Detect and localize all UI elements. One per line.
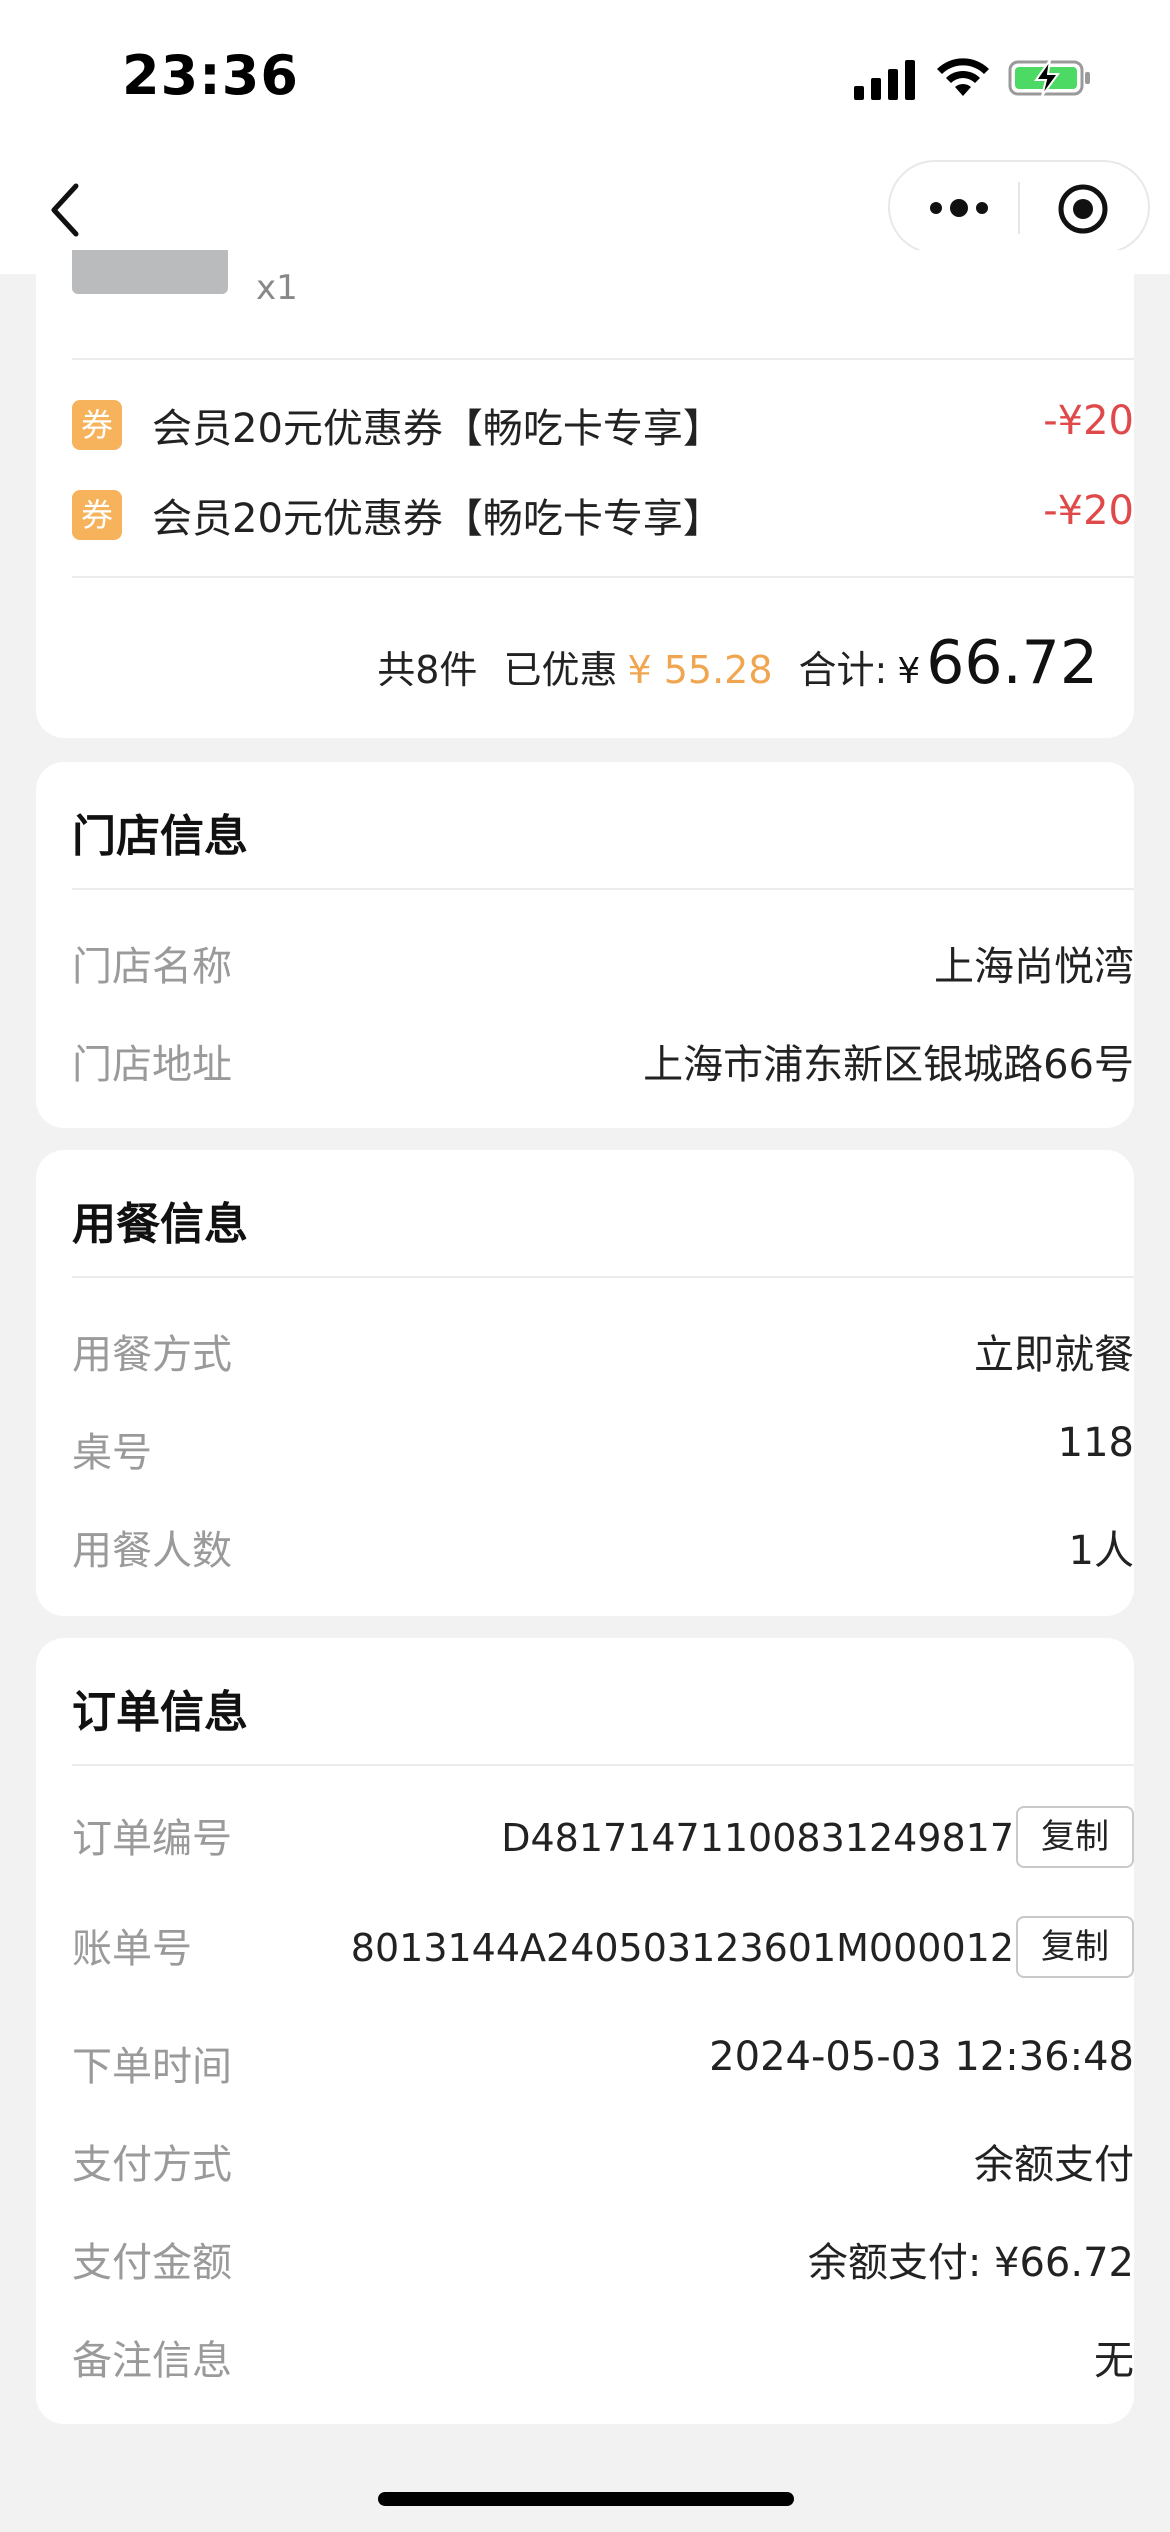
item-quantity: x1 — [256, 268, 298, 308]
order-info-card: 订单信息 订单编号 D48171471100831249817 复制 账单号 8… — [36, 1638, 1134, 2424]
row-value: 立即就餐 — [974, 1332, 1134, 1378]
item-count: 共8件 — [377, 648, 478, 692]
cellular-signal-icon — [854, 60, 915, 100]
row-label: 账单号 — [72, 1926, 192, 1972]
info-row-payment-amount: 支付金额 余额支付: ¥66.72 — [72, 2222, 1134, 2286]
coupon-amount: -¥20 — [1043, 398, 1134, 444]
total-amount: 66.72 — [926, 628, 1098, 698]
section-title: 用餐信息 — [72, 1199, 248, 1250]
capsule-divider — [1018, 182, 1020, 234]
info-row-order-number: 订单编号 D48171471100831249817 复制 — [72, 1806, 1134, 1870]
battery-charging-icon — [1008, 59, 1090, 97]
info-row-remarks: 备注信息 无 — [72, 2320, 1134, 2384]
section-title: 门店信息 — [72, 811, 248, 862]
row-value: D48171471100831249817 — [501, 1816, 1014, 1860]
divider — [72, 576, 1134, 578]
row-value: 1人 — [1068, 1528, 1134, 1574]
back-arrow-icon[interactable] — [40, 176, 96, 244]
info-row-bill-number: 账单号 8013144A240503123601M000012 复制 — [72, 1916, 1134, 1980]
discount-label: 已优惠 — [503, 648, 618, 692]
coupon-name: 会员20元优惠券【畅吃卡专享】 — [152, 406, 723, 452]
copy-order-number-button[interactable]: 复制 — [1016, 1806, 1134, 1868]
row-label: 订单编号 — [72, 1816, 232, 1862]
mini-program-capsule — [888, 160, 1150, 254]
coupon-row: 券 会员20元优惠券【畅吃卡专享】 -¥20 — [72, 392, 1134, 452]
row-label: 用餐方式 — [72, 1332, 232, 1378]
dining-info-card: 用餐信息 用餐方式 立即就餐 桌号 118 用餐人数 1人 — [36, 1150, 1134, 1616]
row-value: 118 — [1057, 1420, 1134, 1466]
row-label: 门店名称 — [72, 944, 232, 990]
info-row-store-address: 门店地址 上海市浦东新区银城路66号 — [72, 1024, 1134, 1088]
coupon-row: 券 会员20元优惠券【畅吃卡专享】 -¥20 — [72, 482, 1134, 542]
coupon-badge-icon: 券 — [72, 490, 122, 540]
store-info-card: 门店信息 门店名称 上海尚悦湾 门店地址 上海市浦东新区银城路66号 — [36, 762, 1134, 1128]
row-value: 余额支付: ¥66.72 — [807, 2240, 1134, 2286]
info-row-party-size: 用餐人数 1人 — [72, 1510, 1134, 1574]
discount-value: ¥ 55.28 — [627, 648, 773, 692]
divider — [72, 1276, 1134, 1278]
divider — [72, 1764, 1134, 1766]
close-target-icon[interactable] — [1056, 182, 1110, 236]
coupon-badge-icon: 券 — [72, 400, 122, 450]
row-value: 无 — [1094, 2338, 1134, 2384]
item-thumbnail — [72, 250, 228, 294]
coupon-amount: -¥20 — [1043, 488, 1134, 534]
coupon-name: 会员20元优惠券【畅吃卡专享】 — [152, 496, 723, 542]
info-row-payment-method: 支付方式 余额支付 — [72, 2124, 1134, 2188]
divider — [72, 888, 1134, 890]
info-row-table-number: 桌号 118 — [72, 1412, 1134, 1476]
order-total-summary: 共8件 已优惠 ¥ 55.28 合计: ¥66.72 — [377, 628, 1098, 698]
row-label: 门店地址 — [72, 1042, 232, 1088]
row-label: 桌号 — [72, 1430, 152, 1476]
status-bar: 23:36 — [0, 0, 1170, 150]
currency-symbol: ¥ — [897, 651, 921, 692]
section-title: 订单信息 — [72, 1687, 248, 1738]
info-row-dining-mode: 用餐方式 立即就餐 — [72, 1314, 1134, 1378]
divider — [72, 358, 1134, 360]
row-value: 8013144A240503123601M000012 — [350, 1926, 1014, 1970]
row-value: 上海市浦东新区银城路66号 — [643, 1042, 1134, 1088]
order-summary-card: x1 券 会员20元优惠券【畅吃卡专享】 -¥20 券 会员20元优惠券【畅吃卡… — [36, 250, 1134, 738]
info-row-store-name: 门店名称 上海尚悦湾 — [72, 926, 1134, 990]
row-label: 支付金额 — [72, 2240, 232, 2286]
more-dots-icon[interactable] — [926, 186, 992, 230]
info-row-order-time: 下单时间 2024-05-03 12:36:48 — [72, 2026, 1134, 2090]
row-value: 余额支付 — [974, 2142, 1134, 2188]
row-value: 2024-05-03 12:36:48 — [709, 2034, 1134, 2080]
total-label: 合计: — [798, 648, 888, 692]
home-indicator[interactable] — [378, 2492, 794, 2506]
row-label: 下单时间 — [72, 2044, 232, 2090]
copy-bill-number-button[interactable]: 复制 — [1016, 1916, 1134, 1978]
row-label: 备注信息 — [72, 2338, 232, 2384]
status-time: 23:36 — [122, 44, 299, 107]
wifi-icon — [937, 58, 989, 96]
row-label: 用餐人数 — [72, 1528, 232, 1574]
row-value: 上海尚悦湾 — [934, 944, 1134, 990]
row-label: 支付方式 — [72, 2142, 232, 2188]
